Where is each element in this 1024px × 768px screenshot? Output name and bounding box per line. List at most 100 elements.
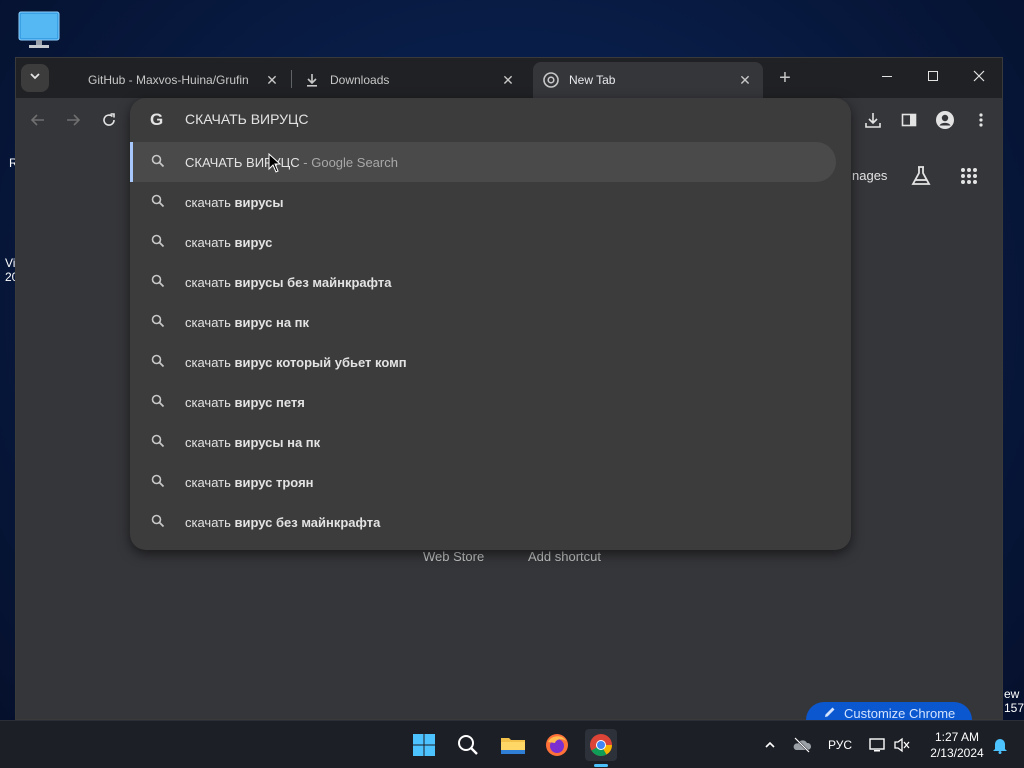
suggestion-text: скачать вирус без майнкрафта [185, 515, 380, 530]
close-icon[interactable]: ✕ [500, 72, 516, 88]
onedrive-off-icon[interactable] [786, 729, 818, 761]
suggestion-typed: скачать [185, 314, 235, 330]
google-g-icon: G [150, 110, 164, 129]
shortcut-add[interactable]: Add shortcut [528, 549, 601, 564]
search-icon [151, 314, 167, 330]
volume-muted-icon[interactable] [886, 729, 918, 761]
suggestion-typed: скачать [185, 194, 235, 210]
suggestion-text: скачать вирус [185, 235, 272, 250]
suggestion-row[interactable]: скачать вирус на пк [130, 302, 836, 342]
tab-search-button[interactable] [21, 64, 49, 92]
suggestion-typed: скачать [185, 234, 235, 250]
downloads-button[interactable] [862, 109, 884, 131]
close-icon[interactable]: ✕ [264, 72, 280, 88]
suggestion-row[interactable]: скачать вирус петя [130, 382, 836, 422]
suggestion-typed: скачать [185, 394, 235, 410]
search-icon [151, 394, 167, 410]
suggestion-completion: вирус [234, 234, 273, 250]
reload-button[interactable] [98, 109, 120, 131]
suggestion-typed: скачать [185, 274, 235, 290]
omnibox-dropdown: G СКАЧАТЬ ВИРУЦС СКАЧАТЬ ВИРУЦС - Google… [130, 98, 851, 550]
chrome-icon [543, 72, 559, 88]
images-link[interactable]: nages [852, 168, 887, 183]
search-icon [151, 234, 167, 250]
suggestion-completion: вирус петя [234, 394, 305, 410]
suggestion-typed: скачать [185, 434, 235, 450]
suggestion-completion: вирус на пк [234, 314, 310, 330]
tab-title: New Tab [569, 73, 616, 87]
minimize-button[interactable] [864, 58, 910, 94]
chevron-down-icon [29, 69, 41, 87]
file-explorer-icon[interactable] [497, 729, 529, 761]
customize-chrome-button[interactable]: Customize Chrome [806, 702, 972, 721]
omnibox[interactable]: G СКАЧАТЬ ВИРУЦС [130, 98, 851, 142]
suggestion-typed: скачать [185, 354, 235, 370]
tab-new-tab[interactable]: New Tab ✕ [533, 62, 763, 98]
labs-flask-icon[interactable] [909, 164, 933, 188]
suggestion-text: СКАЧАТЬ ВИРУЦС - Google Search [185, 155, 398, 170]
suggestion-text: скачать вирус троян [185, 475, 314, 490]
maximize-button[interactable] [910, 58, 956, 94]
language-indicator[interactable]: РУС [828, 738, 852, 752]
notification-bell-icon[interactable] [984, 729, 1016, 761]
suggestion-completion: вирусы на пк [234, 434, 321, 450]
tab-title: GitHub - Maxvos-Huina/Grufin [88, 73, 249, 87]
omnibox-input[interactable]: СКАЧАТЬ ВИРУЦС [185, 111, 309, 127]
suggestion-typed: скачать [185, 474, 235, 490]
desktop-edge-text: Vi [5, 256, 16, 270]
taskbar: РУС 1:27 AM 2/13/2024 [0, 720, 1024, 768]
pencil-icon [824, 706, 836, 721]
google-apps-icon[interactable] [957, 164, 981, 188]
download-icon [304, 72, 320, 88]
customize-label: Customize Chrome [844, 706, 956, 721]
profile-avatar[interactable] [934, 109, 956, 131]
suggestion-completion: вирус который убьет комп [234, 354, 407, 370]
tab-github[interactable]: GitHub - Maxvos-Huina/Grufin ✕ [68, 62, 290, 98]
menu-button[interactable] [970, 109, 992, 131]
this-pc-desktop-icon[interactable] [17, 10, 61, 50]
close-icon[interactable]: ✕ [737, 72, 753, 88]
suggestion-completion: вирусы [234, 194, 284, 210]
back-button[interactable] [27, 109, 49, 131]
chrome-taskbar-icon[interactable] [585, 729, 617, 761]
search-icon [151, 154, 167, 170]
desktop-edge-text: 157 [1004, 701, 1024, 715]
suggestion-row[interactable]: скачать вирусы [130, 182, 836, 222]
suggestion-completion: вирусы без майнкрафта [234, 274, 392, 290]
search-icon [151, 434, 167, 450]
suggestion-row[interactable]: скачать вирусы без майнкрафта [130, 262, 836, 302]
start-button[interactable] [408, 729, 440, 761]
close-window-button[interactable] [956, 58, 1002, 94]
suggestion-row[interactable]: скачать вирус без майнкрафта [130, 502, 836, 542]
suggestion-row[interactable]: скачать вирусы на пк [130, 422, 836, 462]
search-icon [151, 274, 167, 290]
search-icon [151, 514, 167, 530]
suggestion-text: скачать вирус петя [185, 395, 305, 410]
suggestion-row[interactable]: скачать вирус троян [130, 462, 836, 502]
suggestion-row[interactable]: скачать вирус который убьет комп [130, 342, 836, 382]
shortcut-web-store[interactable]: Web Store [423, 549, 484, 564]
tab-strip: GitHub - Maxvos-Huina/Grufin ✕ Downloads… [16, 58, 1002, 98]
tab-divider [291, 70, 292, 88]
suggestion-text: скачать вирус который убьет комп [185, 355, 407, 370]
suggestion-typed: СКАЧАТЬ ВИРУЦС [185, 154, 300, 170]
search-icon[interactable] [452, 729, 484, 761]
suggestion-completion: вирус без майнкрафта [234, 514, 381, 530]
suggestion-row[interactable]: скачать вирус [130, 222, 836, 262]
chevron-up-icon[interactable] [754, 729, 786, 761]
search-icon [151, 474, 167, 490]
active-app-indicator [594, 764, 608, 767]
tab-title: Downloads [330, 73, 390, 87]
suggestion-text: скачать вирусы без майнкрафта [185, 275, 391, 290]
desktop-edge-text: ew [1004, 687, 1020, 701]
mouse-cursor-icon [268, 153, 282, 173]
firefox-icon[interactable] [541, 729, 573, 761]
tab-downloads[interactable]: Downloads ✕ [294, 62, 526, 98]
suggestion-text: скачать вирус на пк [185, 315, 309, 330]
new-tab-button[interactable]: + [773, 66, 797, 90]
side-panel-button[interactable] [898, 109, 920, 131]
suggestion-row[interactable]: СКАЧАТЬ ВИРУЦС - Google Search [130, 142, 836, 182]
suggestion-text: скачать вирусы на пк [185, 435, 320, 450]
forward-button[interactable] [62, 109, 84, 131]
search-icon [151, 354, 167, 370]
